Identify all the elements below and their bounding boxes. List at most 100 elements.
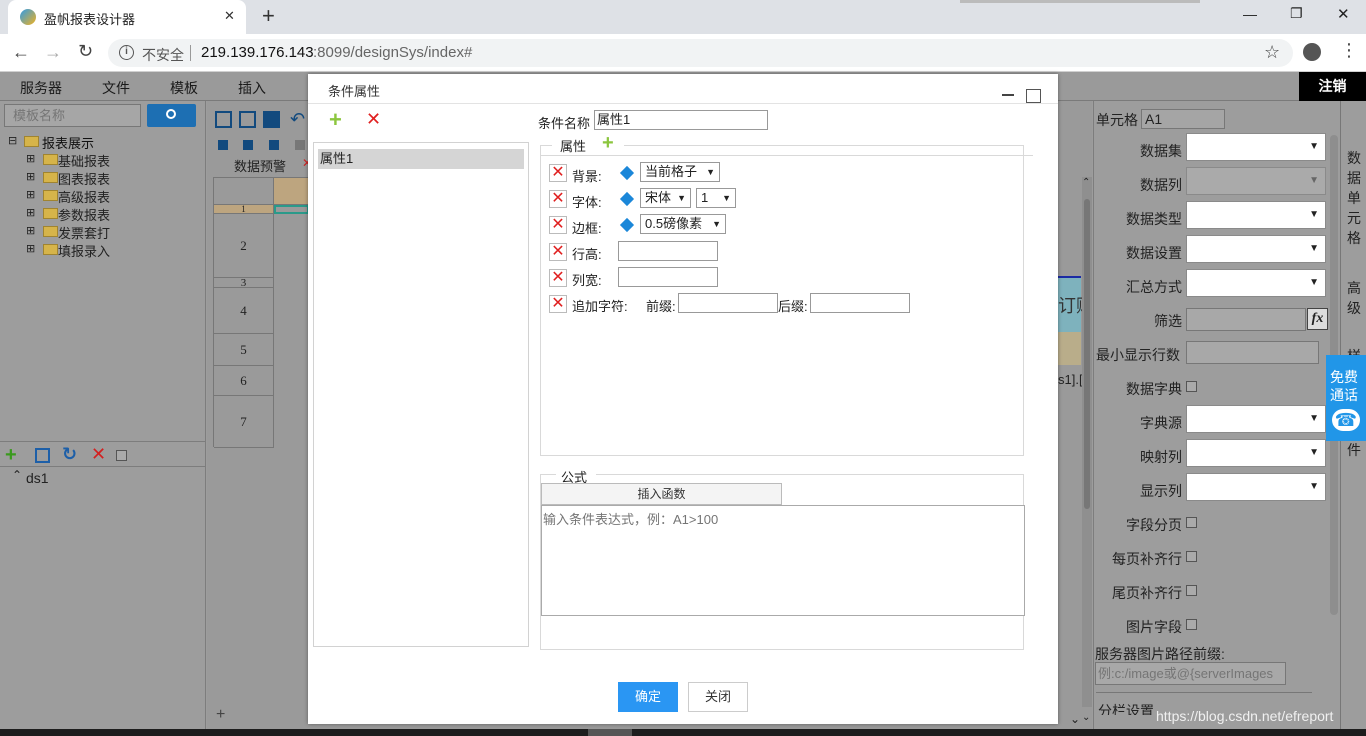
row-header[interactable]: 2 bbox=[214, 214, 274, 278]
remove-col-width-button[interactable]: ✕ bbox=[549, 269, 567, 287]
tree-root-label[interactable]: 报表展示 bbox=[42, 133, 94, 152]
tree-item-fill[interactable]: ⊞ 填报录入 bbox=[26, 241, 186, 259]
insert-function-button[interactable]: 插入函数 bbox=[541, 483, 782, 505]
tree-item-advanced[interactable]: ⊞ 高级报表 bbox=[26, 187, 186, 205]
fx-button[interactable]: fx bbox=[1307, 308, 1328, 330]
add-attribute-icon[interactable]: + bbox=[602, 132, 614, 155]
vtab-condition[interactable]: 件 bbox=[1343, 440, 1365, 460]
scroll-thumb[interactable] bbox=[1084, 199, 1090, 509]
browser-tab[interactable]: 盈帆报表设计器 ✕ bbox=[8, 0, 246, 34]
edit-dataset-icon[interactable] bbox=[35, 448, 50, 463]
undo-icon[interactable]: ↶ bbox=[290, 109, 305, 130]
row-header[interactable]: 6 bbox=[214, 366, 274, 396]
back-icon[interactable]: ← bbox=[12, 42, 30, 63]
remove-background-button[interactable]: ✕ bbox=[549, 164, 567, 182]
dataset-collapse-icon[interactable]: ⌃ bbox=[12, 468, 22, 482]
menu-insert[interactable]: 插入 bbox=[238, 78, 266, 98]
close-button[interactable]: 关闭 bbox=[688, 682, 748, 712]
condition-name-input[interactable]: 属性1 bbox=[594, 110, 768, 130]
data-setting-select[interactable]: ▼ bbox=[1186, 235, 1326, 263]
field-paging-checkbox[interactable] bbox=[1186, 517, 1197, 528]
image-field-checkbox[interactable] bbox=[1186, 619, 1197, 630]
forward-icon[interactable]: → bbox=[44, 42, 62, 63]
font-size-select[interactable]: 1 ▼ bbox=[696, 188, 736, 208]
remove-border-button[interactable]: ✕ bbox=[549, 216, 567, 234]
bookmark-star-icon[interactable]: ☆ bbox=[1264, 42, 1280, 63]
add-condition-icon[interactable]: + bbox=[329, 107, 342, 133]
cell-input[interactable]: A1 bbox=[1141, 109, 1225, 129]
col-header-a[interactable] bbox=[274, 178, 309, 205]
data-column-select[interactable]: ▼ bbox=[1186, 167, 1326, 195]
align-icon[interactable] bbox=[243, 140, 253, 150]
scroll-down-icon[interactable]: ⌄ bbox=[1082, 712, 1090, 723]
scroll-up-icon[interactable]: ⌃ bbox=[1082, 177, 1090, 188]
data-type-select[interactable]: ▼ bbox=[1186, 201, 1326, 229]
tree-item-chart[interactable]: ⊞ 图表报表 bbox=[26, 169, 186, 187]
menu-server[interactable]: 服务器 bbox=[20, 78, 62, 98]
dialog-maximize-icon[interactable] bbox=[1026, 89, 1041, 103]
remove-font-button[interactable]: ✕ bbox=[549, 190, 567, 208]
save-icon[interactable] bbox=[263, 111, 280, 128]
delete-dataset-icon[interactable]: ✕ bbox=[91, 444, 106, 465]
add-dataset-icon[interactable]: + bbox=[5, 444, 17, 467]
window-close-icon[interactable]: ✕ bbox=[1337, 5, 1350, 23]
tree-item-basic[interactable]: ⊞ 基础报表 bbox=[26, 151, 186, 169]
dataset-item[interactable]: ds1 bbox=[26, 470, 49, 486]
formula-textarea[interactable] bbox=[541, 505, 1025, 616]
tree-expand-icon[interactable]: ⊞ bbox=[26, 242, 35, 255]
dict-checkbox[interactable] bbox=[1186, 381, 1197, 392]
window-restore-icon[interactable]: ❐ bbox=[1290, 5, 1303, 22]
sheet-vscrollbar[interactable]: ⌃ ⌄ bbox=[1082, 177, 1092, 723]
delete-condition-icon[interactable]: ✕ bbox=[366, 109, 381, 130]
row-header[interactable]: 4 bbox=[214, 288, 274, 334]
tab-close-icon[interactable]: ✕ bbox=[224, 8, 235, 24]
display-column-select[interactable]: ▼ bbox=[1186, 473, 1326, 501]
align-icon[interactable] bbox=[269, 140, 279, 150]
tail-pad-checkbox[interactable] bbox=[1186, 585, 1197, 596]
suffix-input[interactable] bbox=[810, 293, 910, 313]
remove-append-button[interactable]: ✕ bbox=[549, 295, 567, 313]
dataset-select[interactable]: ▼ bbox=[1186, 133, 1326, 161]
row-header[interactable]: 5 bbox=[214, 334, 274, 366]
tree-expand-icon[interactable]: ⊞ bbox=[26, 188, 35, 201]
add-sheet-icon[interactable]: + bbox=[216, 706, 225, 724]
sheet-icon[interactable] bbox=[239, 111, 256, 128]
filter-input[interactable] bbox=[1186, 308, 1306, 331]
align-icon[interactable] bbox=[218, 140, 228, 150]
new-tab-button[interactable]: + bbox=[262, 3, 275, 29]
search-button[interactable] bbox=[147, 104, 196, 127]
logout-button[interactable]: 注销 bbox=[1299, 72, 1366, 101]
prefix-input[interactable] bbox=[678, 293, 778, 313]
selected-cell[interactable] bbox=[274, 205, 309, 214]
tree-item-invoice[interactable]: ⊞ 发票套打 bbox=[26, 223, 186, 241]
sheet-tab[interactable]: 数据预警 bbox=[234, 156, 286, 175]
tree-expand-icon[interactable]: ⊞ bbox=[26, 170, 35, 183]
vtab-advanced[interactable]: 高级 bbox=[1343, 278, 1365, 318]
grid-icon[interactable] bbox=[215, 111, 232, 128]
row-header[interactable]: 3 bbox=[214, 278, 274, 289]
vtab-data-cell[interactable]: 数据单元格 bbox=[1343, 148, 1365, 248]
map-column-select[interactable]: ▼ bbox=[1186, 439, 1326, 467]
template-search-input[interactable] bbox=[4, 104, 141, 127]
align-icon[interactable] bbox=[295, 140, 305, 150]
tree-expand-icon[interactable]: ⊞ bbox=[26, 206, 35, 219]
window-minimize-icon[interactable]: — bbox=[1243, 6, 1257, 22]
border-select[interactable]: 0.5磅像素 ▼ bbox=[640, 214, 726, 234]
tree-item-param[interactable]: ⊞ 参数报表 bbox=[26, 205, 186, 223]
reload-icon[interactable]: ↻ bbox=[78, 41, 93, 62]
server-path-input[interactable] bbox=[1095, 662, 1286, 685]
menu-file[interactable]: 文件 bbox=[102, 78, 130, 98]
right-scroll-down-icon[interactable]: ⌄ bbox=[1070, 712, 1080, 726]
condition-list-item[interactable]: 属性1 bbox=[318, 149, 524, 169]
tree-expand-icon[interactable]: ⊞ bbox=[26, 152, 35, 165]
row-height-input[interactable] bbox=[618, 241, 718, 261]
remove-row-height-button[interactable]: ✕ bbox=[549, 243, 567, 261]
font-family-select[interactable]: 宋体 ▼ bbox=[640, 188, 691, 208]
min-rows-input[interactable] bbox=[1186, 341, 1319, 364]
dict-source-select[interactable]: ▼ bbox=[1186, 405, 1326, 433]
refresh-dataset-icon[interactable]: ↻ bbox=[62, 444, 77, 465]
free-call-widget[interactable]: 免费 通话 ☎ bbox=[1326, 355, 1366, 441]
profile-avatar-icon[interactable] bbox=[1303, 43, 1321, 61]
tree-root-toggle[interactable]: ⊟ bbox=[8, 134, 17, 147]
ok-button[interactable]: 确定 bbox=[618, 682, 678, 712]
